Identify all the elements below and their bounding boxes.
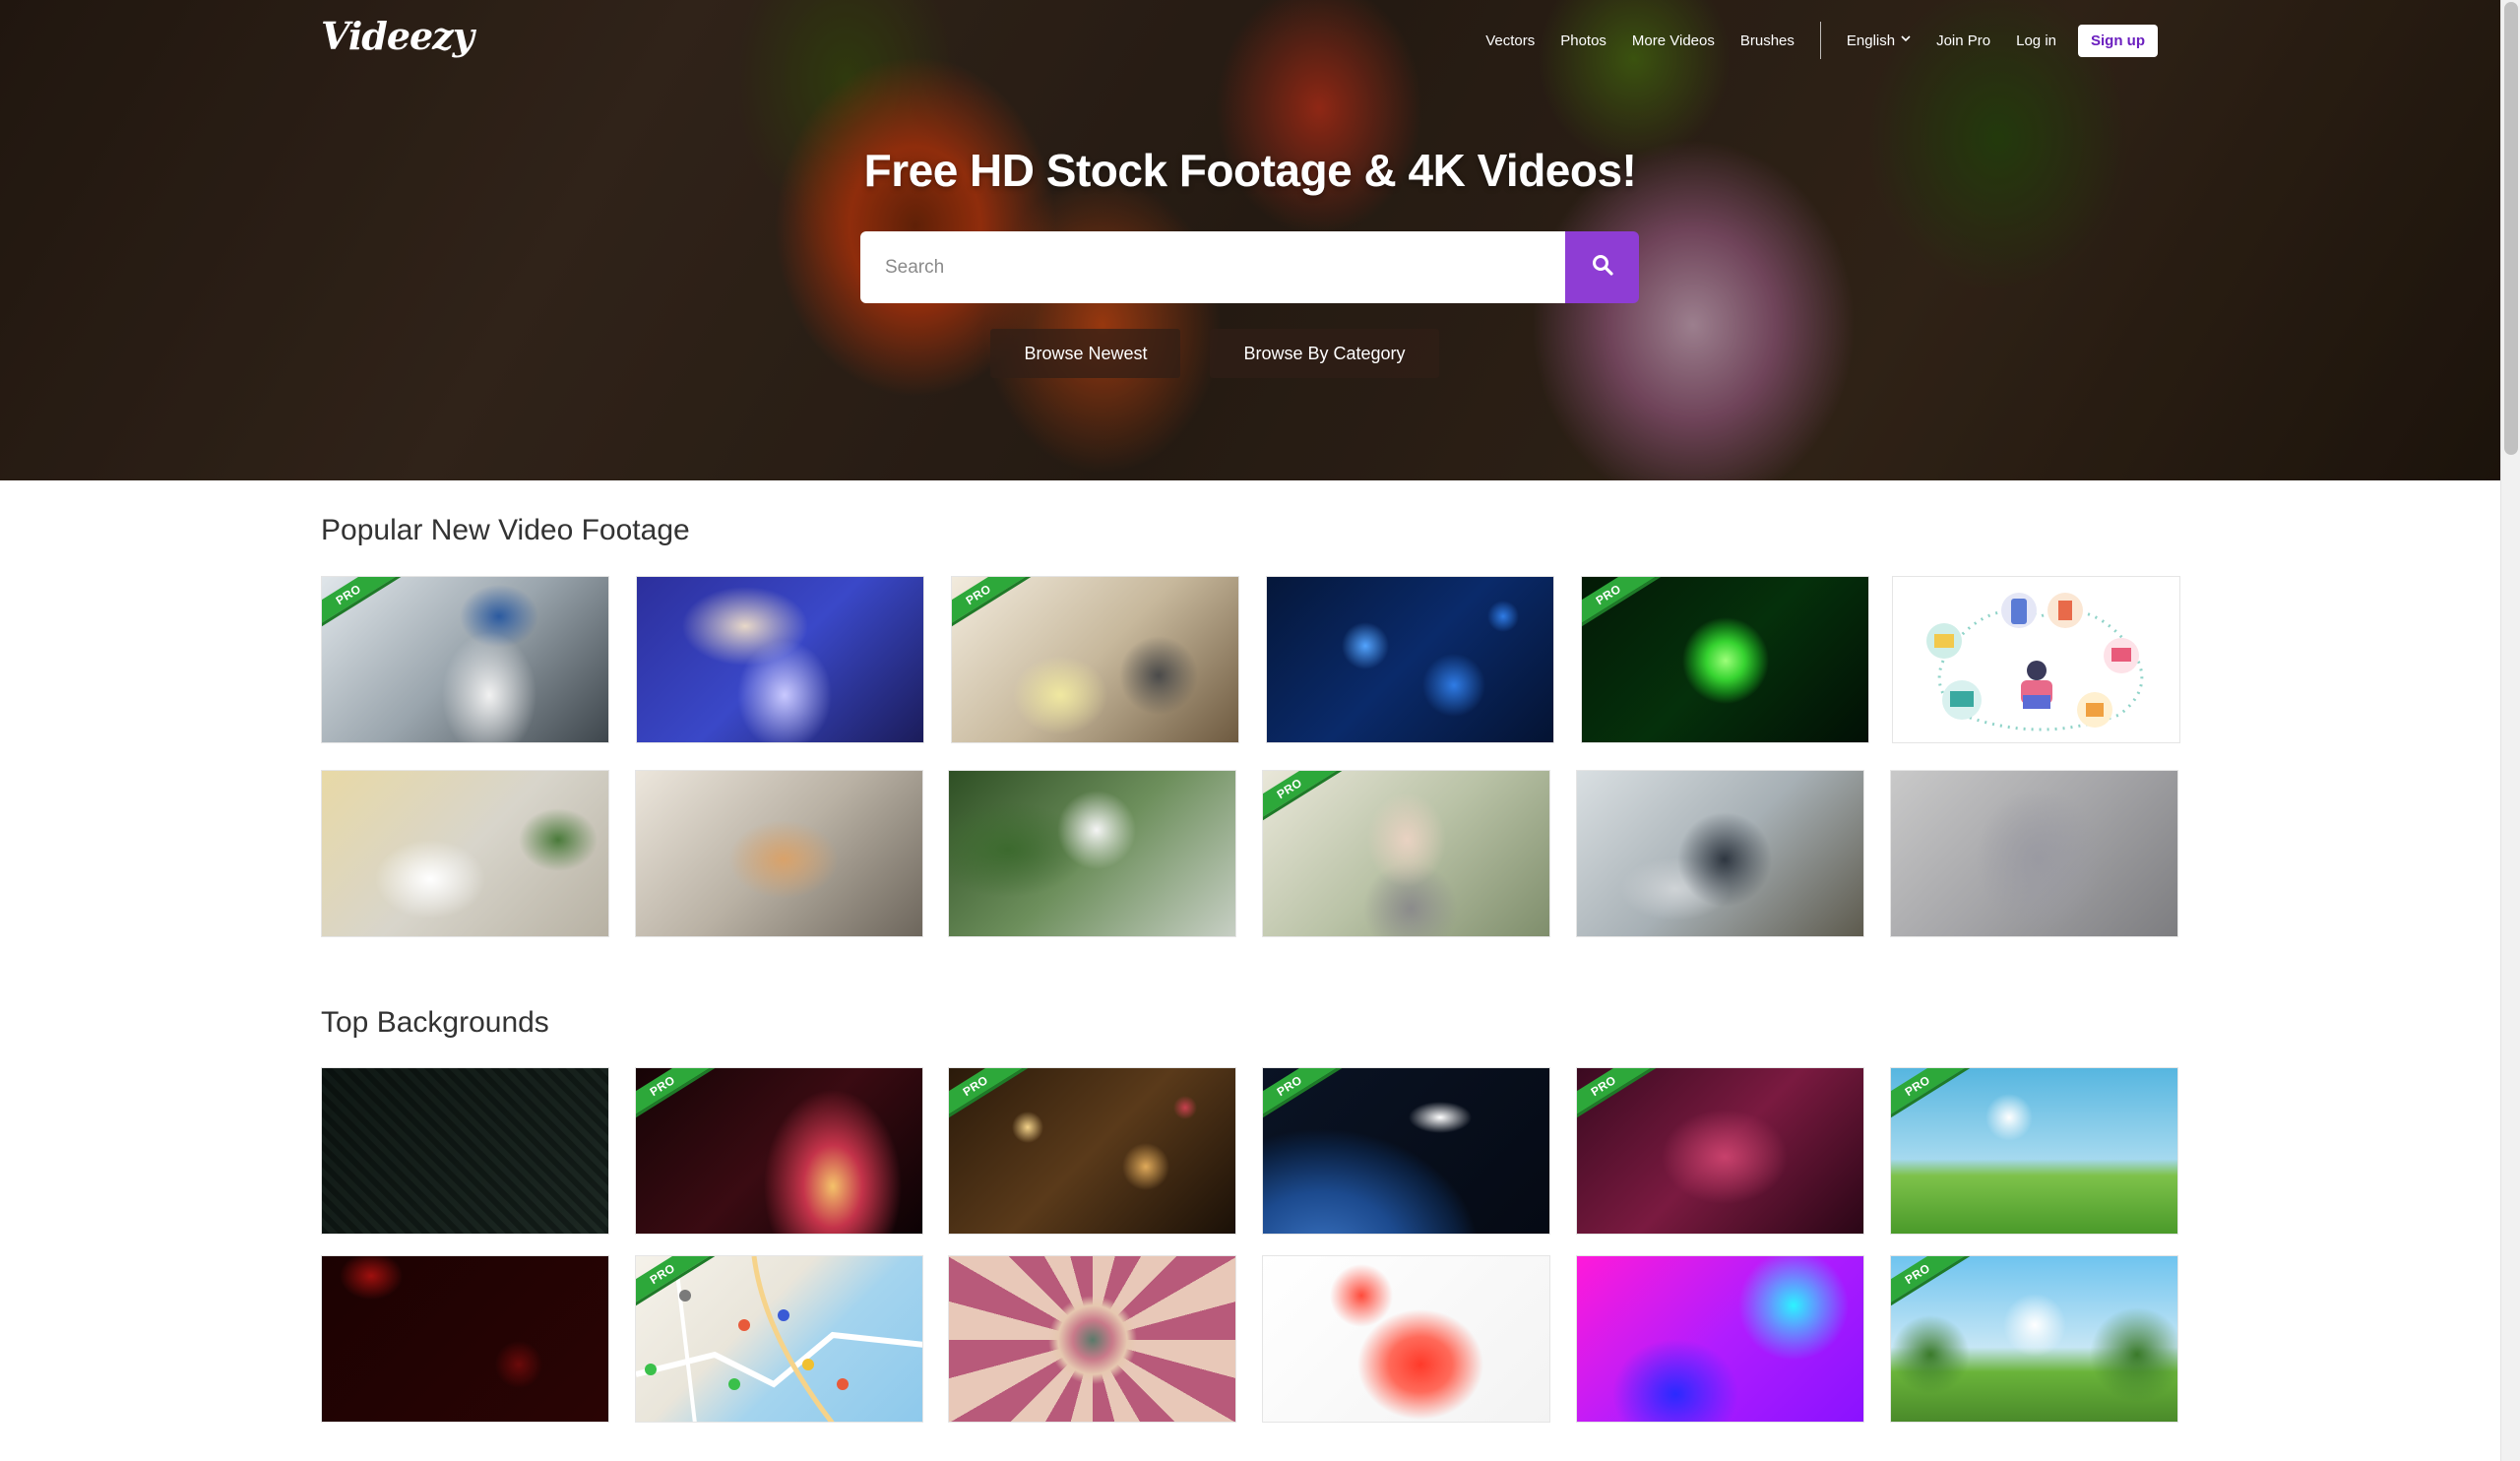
- video-thumbnail[interactable]: [321, 1067, 609, 1235]
- video-thumbnail[interactable]: [1576, 770, 1864, 937]
- video-thumbnail[interactable]: PRO: [1581, 576, 1869, 743]
- join-pro-link[interactable]: Join Pro: [1936, 32, 1990, 49]
- nav-link-more-videos[interactable]: More Videos: [1632, 32, 1715, 49]
- language-dropdown[interactable]: English: [1847, 32, 1911, 49]
- pro-badge: PRO: [322, 577, 400, 632]
- pro-badge: PRO: [1582, 577, 1660, 632]
- pro-badge: PRO: [1263, 771, 1341, 826]
- pro-badge: PRO: [1891, 1068, 1969, 1123]
- chevron-down-icon: [1901, 33, 1911, 45]
- video-thumbnail[interactable]: [1576, 1255, 1864, 1423]
- video-thumbnail[interactable]: PRO: [951, 576, 1239, 743]
- browse-newest-button[interactable]: Browse Newest: [990, 329, 1181, 378]
- hero-title: Free HD Stock Footage & 4K Videos!: [863, 145, 1637, 196]
- video-thumbnail[interactable]: [636, 576, 924, 743]
- search-input[interactable]: [860, 231, 1565, 303]
- scrollbar-thumb[interactable]: [2504, 2, 2518, 455]
- video-thumbnail[interactable]: [321, 770, 609, 937]
- video-thumbnail[interactable]: PRO: [635, 1067, 923, 1235]
- top-nav: Vectors Photos More Videos Brushes Engli…: [1460, 22, 2158, 59]
- browse-category-button[interactable]: Browse By Category: [1210, 329, 1439, 378]
- section-title-backgrounds: Top Backgrounds: [321, 1006, 549, 1039]
- shop-illustration: [1893, 577, 2179, 742]
- pro-badge: PRO: [949, 1068, 1027, 1123]
- video-thumbnail[interactable]: [1266, 576, 1554, 743]
- hero-banner: Videezy Vectors Photos More Videos Brush…: [0, 0, 2500, 480]
- sign-up-button[interactable]: Sign up: [2078, 24, 2158, 57]
- nav-link-brushes[interactable]: Brushes: [1740, 32, 1795, 49]
- map-illustration: [636, 1256, 922, 1422]
- video-thumbnail[interactable]: [321, 1255, 609, 1423]
- search-icon: [1591, 253, 1614, 282]
- search-bar: [860, 231, 1639, 303]
- nav-link-photos[interactable]: Photos: [1560, 32, 1606, 49]
- video-thumbnail[interactable]: PRO: [948, 1067, 1236, 1235]
- page-scrollbar[interactable]: [2500, 0, 2520, 1461]
- video-thumbnail[interactable]: PRO: [1576, 1067, 1864, 1235]
- nav-link-vectors[interactable]: Vectors: [1485, 32, 1535, 49]
- video-thumbnail[interactable]: [1890, 770, 2178, 937]
- video-thumbnail[interactable]: [1262, 1255, 1550, 1423]
- site-logo[interactable]: Videezy: [321, 14, 474, 58]
- video-thumbnail[interactable]: PRO: [1890, 1067, 2178, 1235]
- pro-badge: PRO: [636, 1068, 714, 1123]
- pro-badge: PRO: [1891, 1256, 1969, 1311]
- search-button[interactable]: [1565, 231, 1639, 303]
- pro-badge: PRO: [1263, 1068, 1341, 1123]
- pro-badge: PRO: [1577, 1068, 1655, 1123]
- video-thumbnail[interactable]: PRO: [321, 576, 609, 743]
- language-label: English: [1846, 32, 1896, 49]
- log-in-link[interactable]: Log in: [2016, 32, 2056, 49]
- section-title-popular: Popular New Video Footage: [321, 514, 690, 546]
- video-thumbnail[interactable]: PRO: [1262, 770, 1550, 937]
- video-thumbnail[interactable]: [635, 770, 923, 937]
- video-thumbnail[interactable]: [948, 770, 1236, 937]
- nav-divider: [1819, 22, 1821, 59]
- browse-buttons: Browse Newest Browse By Category: [0, 329, 2465, 378]
- video-thumbnail[interactable]: PRO: [635, 1255, 923, 1423]
- video-thumbnail[interactable]: PRO: [1262, 1067, 1550, 1235]
- video-thumbnail[interactable]: [948, 1255, 1236, 1423]
- video-thumbnail[interactable]: [1892, 576, 2180, 743]
- video-thumbnail[interactable]: PRO: [1890, 1255, 2178, 1423]
- pro-badge: PRO: [952, 577, 1030, 632]
